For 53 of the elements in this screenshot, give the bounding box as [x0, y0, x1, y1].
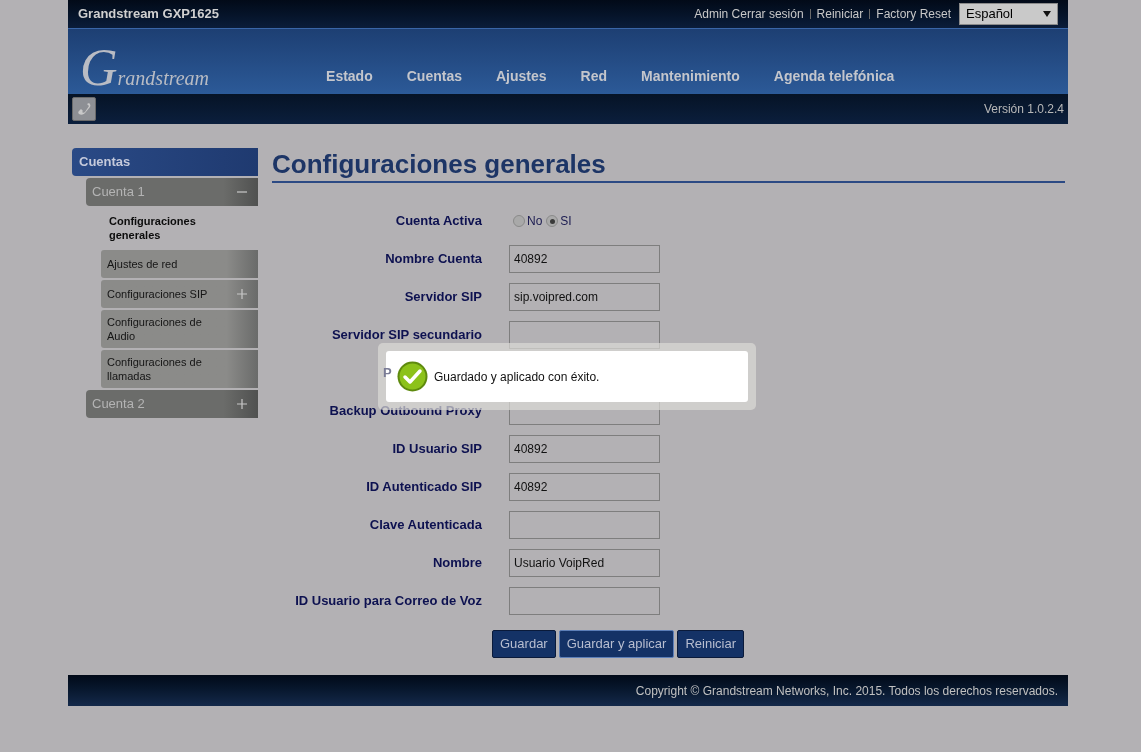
input-field[interactable]: 40892: [509, 435, 660, 463]
copyright-text: Copyright © Grandstream Networks, Inc. 2015. Todos los derechos reservados.: [635, 682, 1058, 700]
field-label: Nombre Cuenta: [384, 250, 482, 269]
header-link[interactable]: Admin Cerrar sesión: [694, 5, 804, 23]
radio-label: No: [527, 213, 543, 230]
field-label: Servidor SIP secundario: [330, 326, 482, 345]
page-title: Configuraciones generales: [272, 148, 1065, 183]
version-label: Versión 1.0.2.4: [983, 101, 1064, 118]
phone-button[interactable]: [72, 97, 96, 121]
input-field[interactable]: 40892: [509, 245, 660, 273]
sidebar-subitem[interactable]: Ajustes de red: [101, 250, 258, 278]
toast-message: Guardado y aplicado con éxito.: [434, 368, 600, 386]
field-label: ID Usuario SIP: [391, 440, 482, 459]
plus-icon: [236, 288, 248, 300]
checkmark-icon: [397, 361, 428, 392]
field-label: ID Autenticado SIP: [365, 478, 482, 497]
sidebar-title: Cuentas: [72, 148, 258, 176]
sidebar-subitem[interactable]: Configuraciones SIP: [101, 280, 258, 308]
header-link[interactable]: Reiniciar: [816, 5, 864, 23]
radio-button[interactable]: [546, 215, 559, 227]
logo: Grandstream: [80, 48, 210, 88]
input-field[interactable]: 40892: [509, 473, 660, 501]
header-link[interactable]: Factory Reset: [876, 5, 951, 23]
product-name: Grandstream GXP1625: [78, 5, 219, 24]
sidebar-subitem[interactable]: Configuraciones generales: [101, 208, 258, 248]
field-label: ID Usuario para Correo de Voz: [294, 592, 482, 611]
field-label: P: [383, 364, 392, 383]
form-button[interactable]: Guardar: [492, 630, 556, 658]
nav-tab[interactable]: Ajustes: [478, 66, 564, 87]
field-label: Cuenta Activa: [394, 212, 482, 231]
field-label: Clave Autenticada: [368, 516, 482, 535]
nav-tab[interactable]: Estado: [309, 66, 390, 87]
sidebar-subitem[interactable]: Configuraciones de llamadas: [101, 350, 258, 388]
field-label: Backup Outbound Proxy: [328, 402, 482, 421]
input-field[interactable]: Usuario VoipRed: [509, 549, 660, 577]
sidebar-subitem[interactable]: Configuraciones de Audio: [101, 310, 258, 348]
field-label: Nombre: [431, 554, 482, 573]
input-field[interactable]: [509, 587, 660, 615]
nav-tab[interactable]: Red: [563, 66, 624, 87]
phone-icon: [76, 101, 92, 117]
form-button[interactable]: Reiniciar: [677, 630, 744, 658]
language-select[interactable]: Español: [959, 3, 1058, 25]
input-field[interactable]: sip.voipred.com: [509, 283, 660, 311]
radio-label: SI: [560, 213, 572, 230]
nav-tab[interactable]: Mantenimiento: [624, 66, 757, 87]
plus-icon: [236, 398, 248, 410]
nav-tab[interactable]: Cuentas: [389, 66, 479, 87]
field-label: Servidor SIP: [403, 288, 482, 307]
input-field[interactable]: [509, 511, 660, 539]
nav-tab[interactable]: Agenda telefónica: [756, 66, 912, 87]
radio-button[interactable]: [513, 215, 525, 227]
caret-icon: [1043, 11, 1051, 17]
form-button[interactable]: Guardar y aplicar: [558, 630, 675, 658]
